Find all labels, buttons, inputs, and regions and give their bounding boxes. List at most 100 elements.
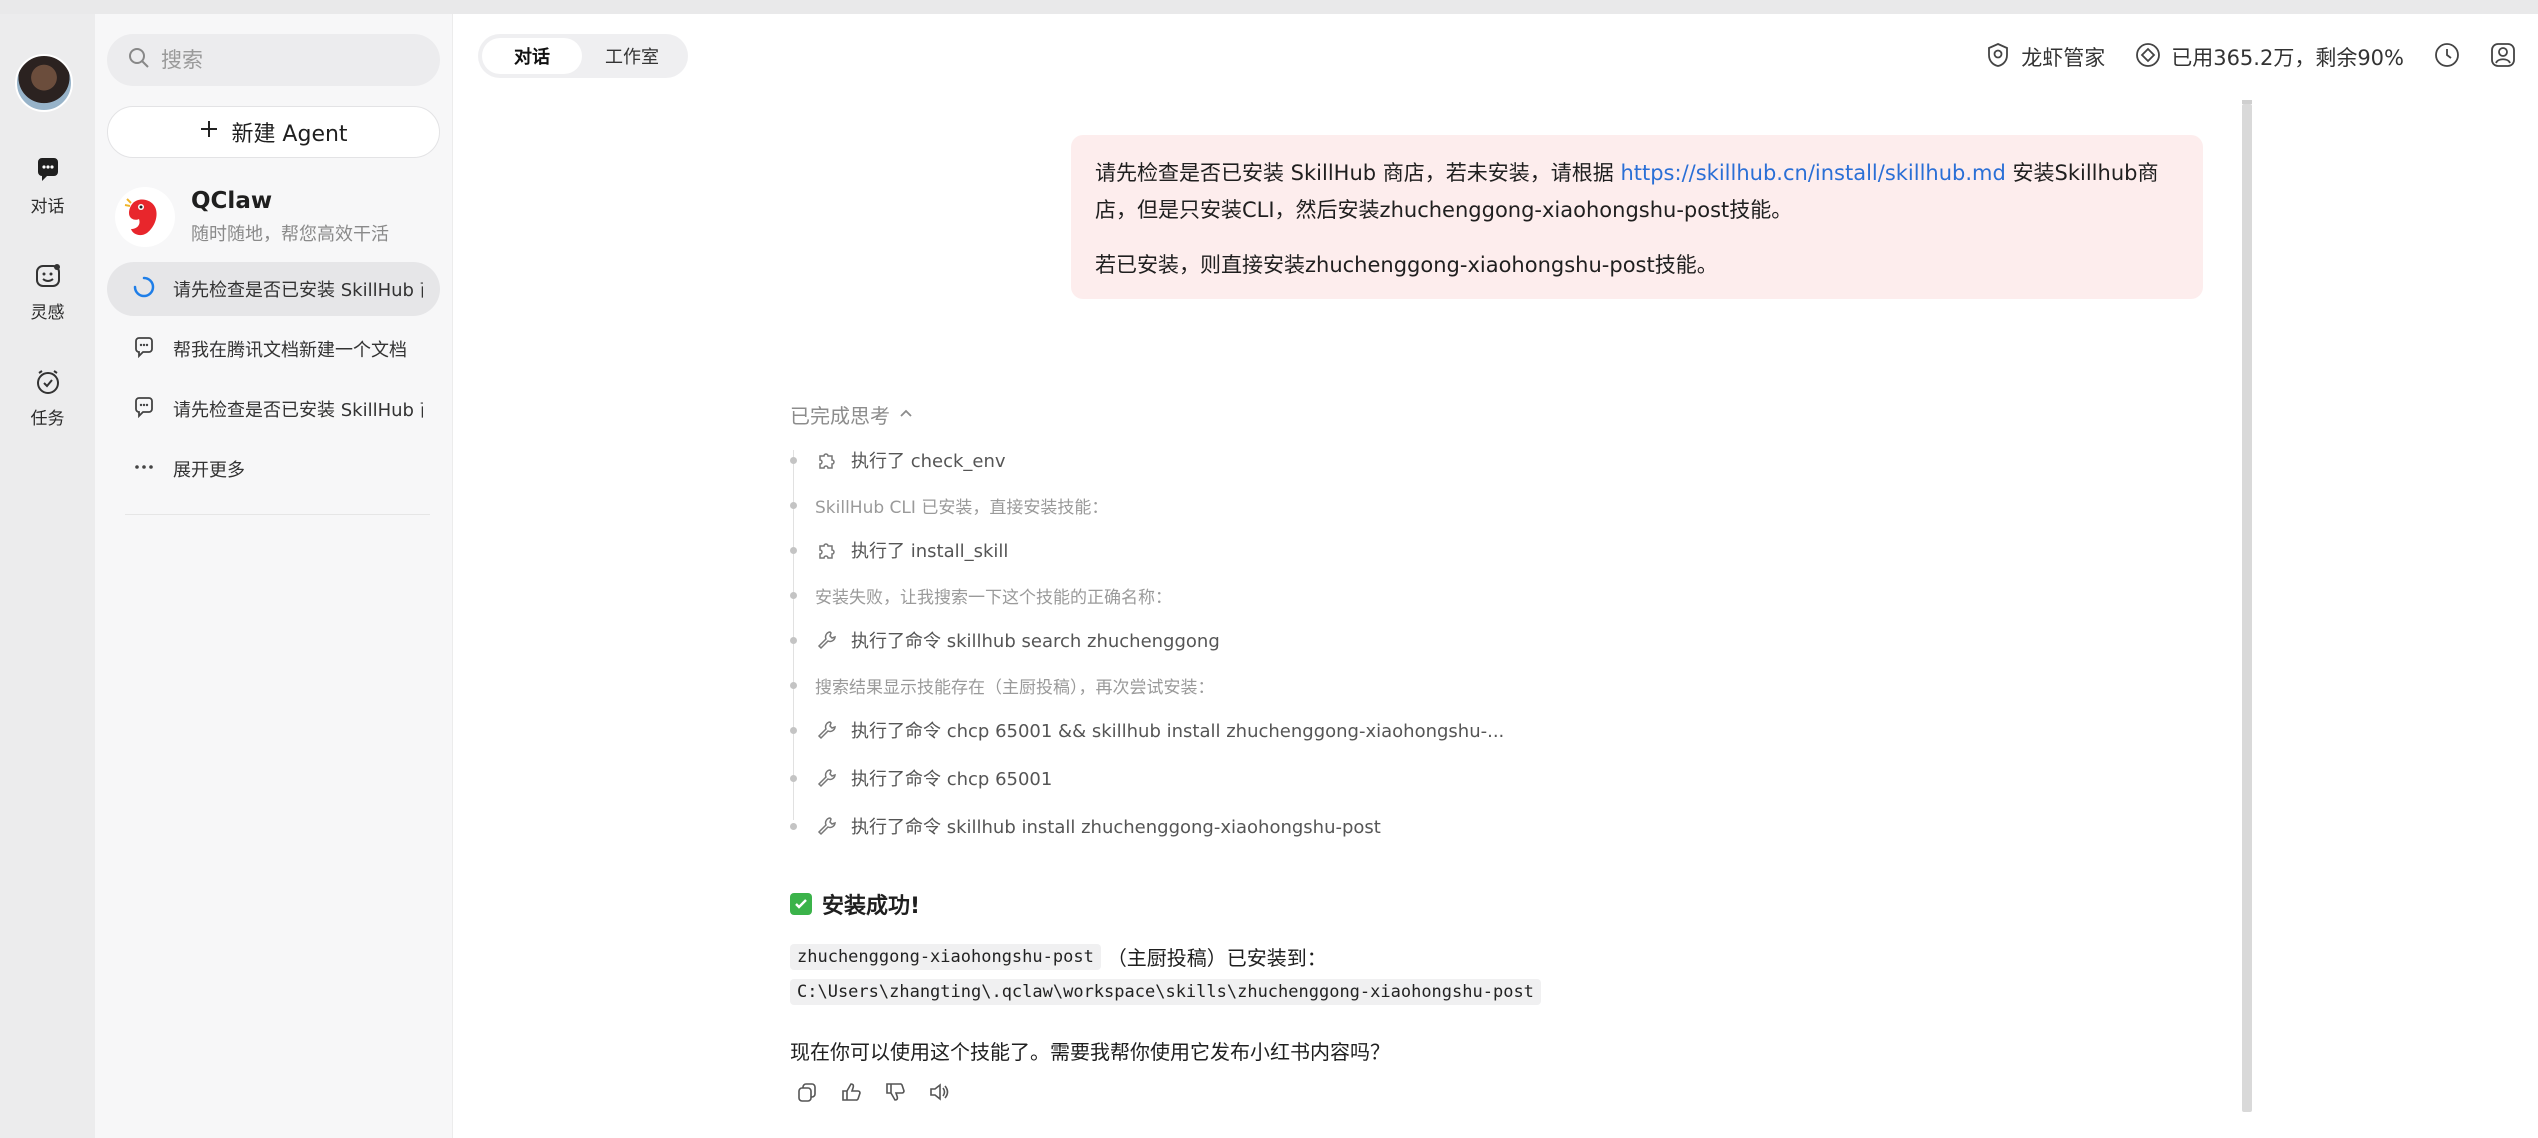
agent-subtitle: 随时随地，帮您高效干活	[191, 224, 389, 245]
history-clock-icon[interactable]	[2434, 42, 2460, 73]
qclaw-logo-icon	[115, 187, 175, 247]
thinking-toggle[interactable]: 已完成思考	[790, 400, 914, 429]
tab-chat[interactable]: 对话	[482, 38, 582, 74]
chat-bubble-icon	[32, 154, 64, 186]
wrench-icon	[815, 766, 839, 790]
usage-indicator[interactable]: 已用365.2万，剩余90%	[2135, 42, 2404, 73]
loading-spinner-icon	[133, 276, 155, 303]
window-top-strip	[0, 0, 2538, 14]
wrench-icon	[815, 628, 839, 652]
search-icon	[127, 46, 151, 74]
conversation-title: 请先检查是否已安装 SkillHub 商店，若未安装，请根据	[173, 280, 423, 301]
nav-rail: 对话 灵感 任务	[0, 14, 95, 1138]
chat-outline-icon	[133, 336, 155, 363]
sidebar: 新建 Agent QClaw 随时随地，帮您高效干活 请先检查是否已安装 Ski…	[95, 14, 453, 1138]
thinking-step: SkillHub CLI 已安装，直接安装技能：	[790, 490, 1108, 520]
rail-label-inspiration: 灵感	[30, 303, 65, 323]
thumbs-up-icon[interactable]	[839, 1080, 863, 1104]
conversation-item[interactable]: 请先检查是否已安装 SkillHub 商店，若未安装，请根据	[107, 262, 440, 316]
manager-label: 龙虾管家	[2021, 46, 2106, 70]
conversation-title: 帮我在腾讯文档新建一个文档	[173, 340, 407, 361]
wrench-icon	[815, 814, 839, 838]
rail-item-inspiration[interactable]: 灵感	[0, 260, 95, 323]
install-path-code: C:\Users\zhangting\.qclaw\workspace\skil…	[790, 979, 1541, 1005]
step-text: 执行了命令 skillhub install zhuchenggong-xiao…	[851, 817, 1381, 838]
timeline-dot	[790, 591, 797, 599]
thinking-step: 执行了命令 chcp 65001 && skillhub install zhu…	[790, 715, 1504, 745]
show-more-button[interactable]: 展开更多	[107, 442, 440, 496]
user-message-paragraph: 请先检查是否已安装 SkillHub 商店，若未安装，请根据 https://s…	[1095, 155, 2179, 229]
conversation-title: 请先检查是否已安装 SkillHub 商店，若未安装，请根据	[173, 400, 423, 421]
step-text: 执行了 install_skill	[851, 541, 1009, 562]
step-text: SkillHub CLI 已安装，直接安装技能：	[815, 497, 1109, 518]
tab-studio[interactable]: 工作室	[582, 38, 682, 74]
plus-icon	[199, 119, 219, 145]
install-path-line: C:\Users\zhangting\.qclaw\workspace\skil…	[790, 979, 1541, 1005]
success-heading: 安装成功!	[790, 888, 920, 920]
inspiration-face-icon	[32, 260, 64, 292]
thinking-step: 搜索结果显示技能存在（主厨投稿），再次尝试安装：	[790, 670, 1215, 700]
rail-item-chat[interactable]: 对话	[0, 154, 95, 217]
thinking-step: 执行了命令 chcp 65001	[790, 763, 1052, 793]
step-text: 安装失败，让我搜索一下这个技能的正确名称：	[815, 587, 1172, 608]
message-actions	[795, 1080, 951, 1104]
thinking-step: 安装失败，让我搜索一下这个技能的正确名称：	[790, 580, 1172, 610]
shield-icon	[1985, 42, 2011, 73]
wrench-icon	[815, 718, 839, 742]
step-text: 搜索结果显示技能存在（主厨投稿），再次尝试安装：	[815, 677, 1215, 698]
thinking-step: 执行了命令 skillhub install zhuchenggong-xiao…	[790, 811, 1381, 841]
timeline-dot	[790, 501, 797, 509]
quota-diamond-icon	[2135, 42, 2161, 73]
conversation-item[interactable]: 帮我在腾讯文档新建一个文档	[107, 322, 440, 376]
profile-icon[interactable]	[2490, 42, 2516, 73]
followup-text: 现在你可以使用这个技能了。需要我帮你使用它发布小红书内容吗？	[790, 1040, 1390, 1064]
rail-label-chat: 对话	[30, 197, 65, 217]
step-text: 执行了命令 skillhub search zhuchenggong	[851, 631, 1220, 652]
timeline-dot	[790, 681, 797, 689]
chat-outline-icon	[133, 396, 155, 423]
puzzle-icon	[815, 448, 839, 472]
timeline-dot	[790, 456, 797, 464]
user-message-paragraph: 若已安装，则直接安装zhuchenggong-xiaohongshu-post技…	[1095, 253, 1718, 277]
mode-tabs: 对话 工作室	[478, 34, 688, 78]
agent-name: QClaw	[191, 188, 273, 214]
manager-button[interactable]: 龙虾管家	[1985, 42, 2105, 73]
user-message-text: 请先检查是否已安装 SkillHub 商店，若未安装，请根据	[1095, 161, 1621, 185]
thumbs-down-icon[interactable]	[883, 1080, 907, 1104]
rail-item-tasks[interactable]: 任务	[0, 366, 95, 429]
new-agent-button[interactable]: 新建 Agent	[107, 106, 440, 158]
thinking-step: 执行了命令 skillhub search zhuchenggong	[790, 625, 1220, 655]
timeline-dot	[790, 822, 797, 830]
speaker-icon[interactable]	[927, 1080, 951, 1104]
conversation-item[interactable]: 请先检查是否已安装 SkillHub 商店，若未安装，请根据	[107, 382, 440, 436]
thinking-step: 执行了 install_skill	[790, 535, 1008, 565]
new-agent-label: 新建 Agent	[231, 122, 348, 147]
scrollbar-thumb[interactable]	[2242, 104, 2252, 1112]
rail-label-tasks: 任务	[30, 409, 65, 429]
header-right: 龙虾管家 已用365.2万，剩余90%	[1985, 40, 2516, 74]
check-mark-icon	[790, 893, 812, 915]
step-text: 执行了 check_env	[851, 451, 1006, 472]
sidebar-divider	[125, 514, 430, 515]
user-avatar[interactable]	[15, 54, 73, 112]
step-text: 执行了命令 chcp 65001	[851, 769, 1053, 790]
more-dots-icon	[133, 456, 155, 483]
installed-text: （主厨投稿）已安装到：	[1106, 946, 1327, 970]
install-link[interactable]: https://skillhub.cn/install/skillhub.md	[1620, 161, 2005, 185]
usage-label: 已用365.2万，剩余90%	[2171, 46, 2404, 70]
copy-icon[interactable]	[795, 1080, 819, 1104]
search-box[interactable]	[107, 34, 440, 86]
show-more-label: 展开更多	[173, 460, 245, 481]
puzzle-icon	[815, 538, 839, 562]
chevron-up-icon	[898, 403, 914, 427]
search-input[interactable]	[161, 48, 421, 72]
timeline-dot	[790, 636, 797, 644]
agent-card[interactable]: QClaw 随时随地，帮您高效干活	[115, 182, 435, 252]
timeline-dot	[790, 774, 797, 782]
timeline-dot	[790, 546, 797, 554]
success-title: 安装成功!	[822, 894, 921, 919]
installed-line: zhuchenggong-xiaohongshu-post （主厨投稿）已安装到…	[790, 942, 1327, 971]
thinking-step: 执行了 check_env	[790, 445, 1006, 475]
timeline-dot	[790, 726, 797, 734]
step-text: 执行了命令 chcp 65001 && skillhub install zhu…	[851, 721, 1505, 742]
